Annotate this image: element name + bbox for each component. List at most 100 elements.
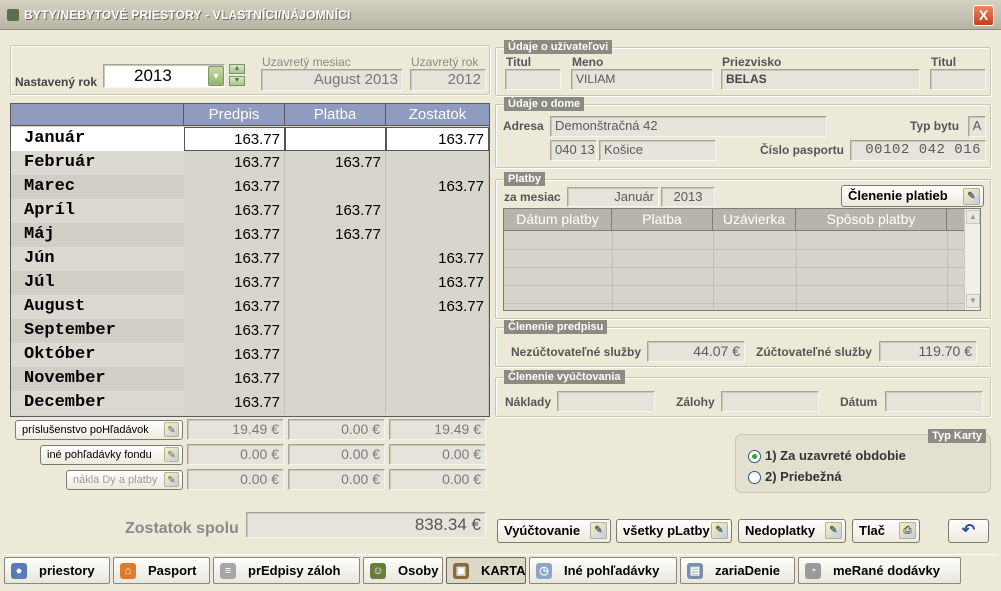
window-title: BYTY/NEBYTOVÉ PRIESTORY - VLASTNÍCI/NÁJO… [24, 8, 351, 22]
tab-merane-dodavky[interactable]: ◔ meRané dodávky [798, 557, 961, 584]
tab-ine-pohladavky-label: Iné pohľadávky [564, 563, 660, 578]
grid-header-predpis: Predpis [184, 104, 285, 126]
card-type-closed-label[interactable]: 1) Za uzavreté obdobie [765, 448, 906, 463]
print-button[interactable]: Tlač ⎙ [852, 519, 920, 543]
tab-priestory[interactable]: ● priestory [4, 557, 110, 584]
table-row[interactable]: Jún 163.77 163.77 [11, 247, 489, 271]
edit-icon: ✎ [164, 447, 179, 462]
table-row[interactable]: August 163.77 163.77 [11, 295, 489, 319]
scroll-down-icon[interactable]: ▼ [966, 294, 980, 308]
predpis-cell: 163.77 [184, 247, 285, 271]
month-cell: Január [11, 127, 184, 151]
year-combobox[interactable]: 2013 [103, 64, 225, 88]
billing-button[interactable]: Vyúčtovanie ✎ [497, 519, 611, 543]
extra-predpis-field: 0.00 € [187, 444, 284, 465]
city-field[interactable]: Košice [599, 140, 716, 161]
table-row[interactable]: December 163.77 [11, 391, 489, 415]
zostatok-cell: 163.77 [386, 271, 489, 295]
first-name-field[interactable]: VILIAM [571, 69, 713, 90]
address-field[interactable]: Demonštračná 42 [550, 116, 827, 137]
extra-button-2[interactable]: nákla Dy a platby ✎ [66, 470, 183, 490]
table-row[interactable]: Apríl 163.77 163.77 [11, 199, 489, 223]
card-type-group: Typ Karty [735, 429, 991, 493]
extra-button-0[interactable]: príslušenstvo poHľadávok ✎ [15, 420, 183, 440]
advances-field [721, 391, 819, 412]
extra-button-label: príslušenstvo poHľadávok [22, 424, 149, 436]
tab-priestory-label: priestory [39, 563, 95, 578]
document-icon: ✎ [963, 188, 980, 205]
zostatok-cell [386, 151, 489, 175]
table-row[interactable]: Júl 163.77 163.77 [11, 271, 489, 295]
zostatok-cell [386, 367, 489, 391]
table-row[interactable]: November 163.77 [11, 367, 489, 391]
month-cell: Máj [11, 223, 184, 247]
rooms-icon: ● [11, 563, 27, 579]
tab-karta[interactable]: ▣ KARTA [446, 557, 526, 584]
zostatok-cell [386, 319, 489, 343]
zostatok-cell: 163.77 [386, 127, 489, 151]
table-row[interactable]: Marec 163.77 163.77 [11, 175, 489, 199]
meter-icon: ◔ [805, 563, 821, 579]
table-row[interactable]: Február 163.77 163.77 [11, 151, 489, 175]
back-button[interactable]: ↶ [948, 519, 989, 543]
platba-cell [285, 127, 386, 151]
document-list-icon: ≡ [220, 563, 236, 579]
card-type-running-radio[interactable] [748, 471, 761, 484]
predpis-cell: 163.77 [184, 127, 285, 151]
costs-label: Náklady [505, 395, 552, 409]
payment-breakdown-button[interactable]: Členenie platieb ✎ [841, 185, 984, 207]
card-type-closed-radio[interactable] [748, 450, 761, 463]
table-row[interactable]: Január 163.77 163.77 [11, 127, 489, 151]
payments-scrollbar[interactable]: ▲ ▼ [964, 209, 980, 310]
closed-year-label: Uzavretý rok [411, 55, 479, 69]
month-cell: Február [11, 151, 184, 175]
non-billable-field: 44.07 € [647, 341, 745, 362]
payments-group-title: Platby [504, 172, 546, 186]
passport-field[interactable]: 00102 042 016 [850, 140, 986, 161]
last-name-field[interactable]: BELAS [721, 69, 920, 90]
extra-predpis-field: 19.49 € [187, 419, 284, 440]
date-label: Dátum [840, 395, 878, 409]
tab-pasport[interactable]: ⌂ Pasport [113, 557, 210, 584]
card-type-running-label[interactable]: 2) Priebežná [765, 469, 842, 484]
zostatok-cell [386, 343, 489, 367]
table-row[interactable]: Máj 163.77 163.77 [11, 223, 489, 247]
house-group-title: Údaje o dome [504, 97, 585, 111]
platba-cell [285, 175, 386, 199]
close-button[interactable]: X [973, 5, 994, 26]
arrears-button[interactable]: Nedoplatky ✎ [738, 519, 846, 543]
person-icon: ☺ [370, 563, 386, 579]
all-payments-button[interactable]: všetky pLatby ✎ [616, 519, 732, 543]
tab-predpisy-zaloh[interactable]: ≡ prEdpisy záloh [213, 557, 360, 584]
month-cell: Júl [11, 271, 184, 295]
tab-ine-pohladavky[interactable]: ◷ Iné pohľadávky [529, 557, 677, 584]
all-payments-button-label: všetky pLatby [623, 523, 710, 538]
zip-field[interactable]: 040 13 [550, 140, 597, 161]
user-title2-field[interactable] [930, 69, 986, 90]
year-down-icon[interactable]: ▼ [229, 76, 245, 86]
table-row[interactable]: Október 163.77 [11, 343, 489, 367]
grid-header-corner [11, 104, 184, 126]
house-icon: ⌂ [120, 563, 136, 579]
platba-cell [285, 271, 386, 295]
tab-osoby[interactable]: ☺ Osoby [363, 557, 443, 584]
billable-label: Zúčtovateľné služby [756, 345, 872, 359]
user-title-field[interactable] [505, 69, 561, 90]
scroll-up-icon[interactable]: ▲ [966, 210, 980, 224]
for-month-label: za mesiac [504, 190, 561, 204]
year-dropdown-icon[interactable]: ▼ [208, 66, 224, 86]
costs-field [557, 391, 655, 412]
tab-zariadenie[interactable]: ▤ zariaDenie [680, 557, 795, 584]
payments-header-method: Spôsob platby [796, 209, 947, 231]
table-row[interactable]: September 163.77 [11, 319, 489, 343]
unit-type-field[interactable]: A [968, 116, 986, 137]
zostatok-cell [386, 199, 489, 223]
extra-button-1[interactable]: iné pohľadávky fondu ✎ [40, 445, 183, 465]
predpis-cell: 163.77 [184, 391, 285, 415]
year-up-icon[interactable]: ▲ [229, 64, 245, 74]
last-name-label: Priezvisko [722, 55, 782, 69]
monthly-grid: Predpis Platba Zostatok Január 163.77 163.… [10, 103, 490, 417]
tab-merane-dodavky-label: meRané dodávky [833, 563, 940, 578]
predpis-cell: 163.77 [184, 319, 285, 343]
arrears-button-label: Nedoplatky [745, 523, 816, 538]
